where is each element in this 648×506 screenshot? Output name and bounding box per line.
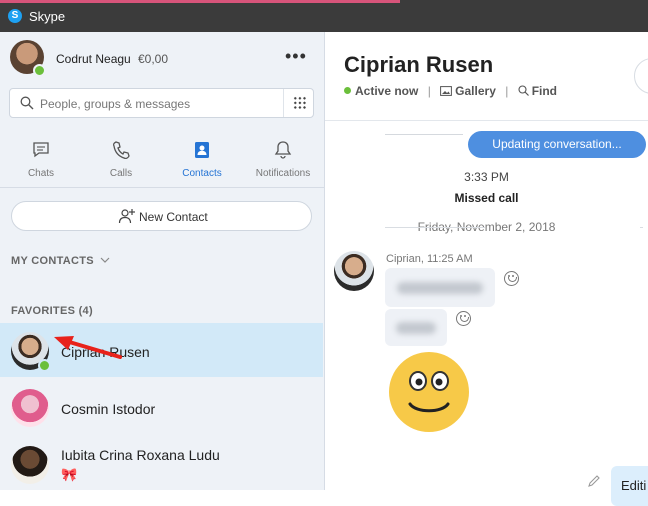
gallery-icon [440,86,453,96]
message-sender-time: Ciprian, 11:25 AM [386,253,473,265]
tab-notifications[interactable]: Notifications [251,138,315,184]
contact-row-cosmin[interactable]: Cosmin Istodor [0,380,323,434]
add-reaction-icon[interactable] [456,311,471,326]
timeline-line [385,134,463,135]
call-time: 3:33 PM [464,170,509,184]
search-box[interactable] [9,88,314,118]
search-icon [20,96,34,110]
more-options-button[interactable]: ••• [285,46,307,67]
profile-name[interactable]: Codrut Neagu [56,52,131,66]
contacts-icon [195,142,209,158]
contact-avatar [11,446,49,484]
skype-credit[interactable]: €0,00 [138,52,168,66]
redacted-text [396,322,436,334]
message-bubble[interactable] [385,309,447,346]
conversation-status-bar: Active now | Gallery | Find [344,84,557,98]
find-search-icon [518,85,529,96]
chevron-down-icon [100,257,110,263]
tab-notifications-label: Notifications [255,168,311,179]
sidebar: Codrut Neagu €0,00 ••• Chats Calls [0,32,325,490]
contact-row-iubita[interactable]: Iubita Crina Roxana Ludu 🎀 [0,437,323,491]
favorites-heading: FAVORITES (4) [11,305,93,317]
my-contacts-heading: MY CONTACTS [11,255,94,267]
edit-pencil-icon[interactable] [587,474,601,488]
missed-call-label: Missed call [454,191,519,205]
editing-message-text: Editi [621,478,647,493]
smiley-emoticon-icon [389,352,469,432]
contact-name: Cosmin Istodor [61,401,156,417]
window-title: Skype [29,9,66,24]
header-divider [325,120,648,121]
annotation-arrow-icon [54,336,122,359]
chat-icon [33,142,49,158]
header-action-button[interactable] [634,58,648,94]
new-contact-button[interactable]: New Contact [11,201,312,231]
tab-contacts[interactable]: Contacts [170,138,234,184]
tab-calls-label: Calls [109,168,133,179]
dialpad-button[interactable] [283,89,315,117]
find-button[interactable]: Find [518,84,557,98]
bell-icon [274,141,292,159]
sender-avatar[interactable] [334,251,374,291]
title-accent-strip [0,0,400,3]
gallery-label: Gallery [455,84,496,98]
contact-name: Iubita Crina Roxana Ludu [61,447,220,463]
find-label: Find [531,84,558,98]
nav-divider [0,187,324,188]
message-bubble[interactable] [385,268,495,307]
phone-icon [112,141,130,160]
active-status-dot-icon [344,87,351,94]
updating-conversation-button[interactable]: Updating conversation... [468,131,646,158]
skype-logo-icon: S [8,9,22,23]
contact-avatar [11,389,49,427]
gallery-button[interactable]: Gallery [440,84,499,98]
header-separator: | [505,84,509,98]
redacted-text [397,282,483,294]
my-contacts-dropdown[interactable]: MY CONTACTS [11,255,110,267]
tab-chats-label: Chats [27,168,55,179]
tab-chats[interactable]: Chats [9,138,73,184]
tab-contacts-label: Contacts [182,168,222,179]
add-reaction-icon[interactable] [504,271,519,286]
title-bar: S Skype [0,0,648,32]
conversation-title: Ciprian Rusen [344,52,494,77]
header-separator: | [427,84,431,98]
tab-calls[interactable]: Calls [89,138,153,184]
active-status-text: Active now [355,84,419,98]
add-contact-icon [118,209,135,224]
dialpad-icon [293,96,307,110]
profile-online-status-icon [33,64,46,77]
ribbon-emoji: 🎀 [61,467,78,482]
date-separator: Friday, November 2, 2018 [325,220,648,234]
new-contact-label: New Contact [139,210,208,224]
search-input[interactable] [38,94,282,114]
